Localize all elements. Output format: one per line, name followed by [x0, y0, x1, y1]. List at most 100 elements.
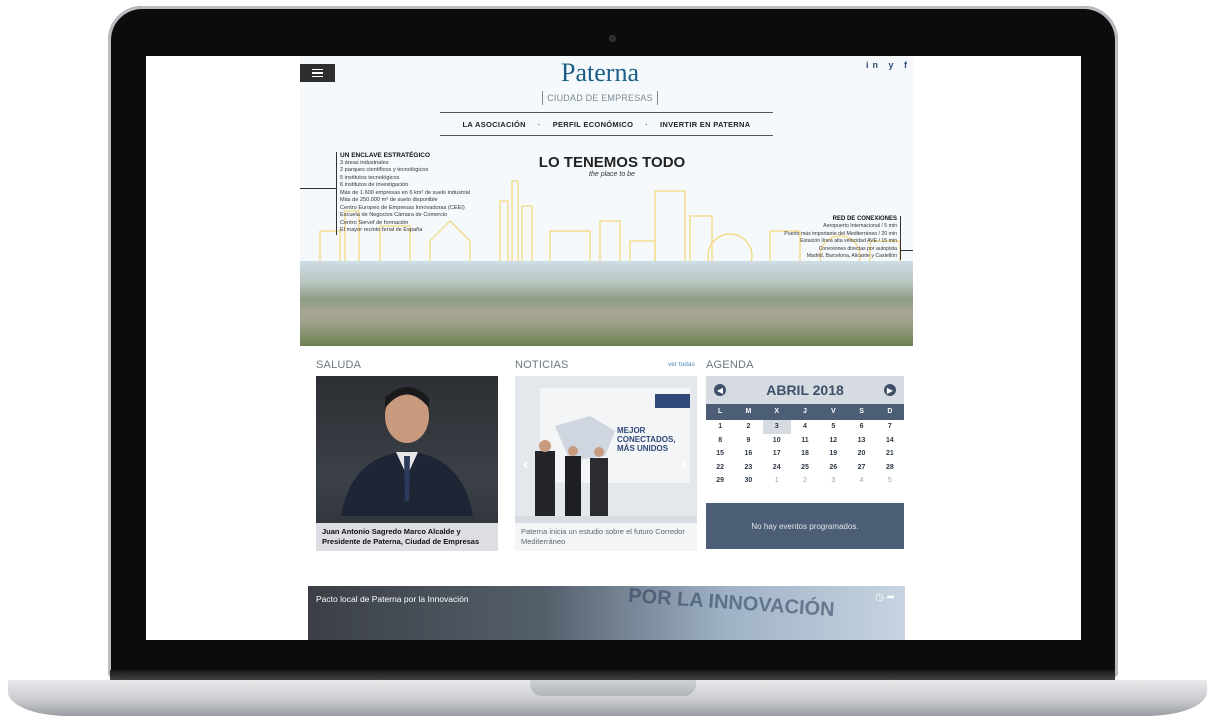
headline-main: LO TENEMOS TODO [538, 154, 686, 171]
enclave-item: 3 áreas industriales [340, 159, 389, 166]
laptop-notch [530, 680, 696, 696]
connection-item: Aeropuerto Internacional / 5 min [823, 223, 897, 230]
calendar-day[interactable]: 22 [706, 460, 735, 474]
enclave-item: Más de 1.600 empresas en 6 km² de suelo … [340, 189, 470, 196]
nav-item-perfil-economico[interactable]: PERFIL ECONÓMICO [553, 120, 634, 129]
saluda-card[interactable]: Juan Antonio Sagredo Marco Alcalde y Pre… [316, 376, 498, 551]
calendar-weekday: L [706, 404, 735, 420]
nav-item-invertir[interactable]: INVERTIR EN PATERNA [660, 120, 750, 129]
video-background-text: POR LA INNOVACIÓN [627, 584, 836, 622]
calendar-day[interactable]: 7 [875, 420, 904, 434]
agenda-calendar: ◀ ABRIL 2018 ▶ L M X J V S D 1 2 3 4 5 6 7 8 9 10 11 12 13 1… [706, 376, 904, 549]
camera-icon [609, 35, 616, 42]
noticias-card[interactable]: MEJOR CONECTADOS, MÁS UNIDOS ‹ › Paterna… [515, 376, 697, 551]
enclave-item: 2 parques científicos y tecnológicos [340, 167, 429, 173]
calendar-day[interactable]: 17 [762, 447, 791, 461]
calendar-day[interactable]: 14 [875, 433, 904, 447]
calendar-day[interactable]: 3 [762, 420, 791, 434]
video-share-icon[interactable]: ◷ ➦ [875, 592, 895, 603]
connection-item: Puerto más importante del Mediterráneo /… [784, 230, 897, 237]
connections-title: RED DE CONEXIONES [832, 216, 897, 222]
calendar-day[interactable]: 8 [706, 433, 735, 447]
connection-item: Estación línea alta velocidad AVE / 15 m… [800, 238, 897, 245]
calendar-day[interactable]: 6 [847, 420, 876, 434]
nav-item-asociacion[interactable]: LA ASOCIACIÓN [463, 120, 526, 129]
calendar-day[interactable]: 15 [706, 447, 735, 461]
logo-subtitle: CIUDAD DE EMPRESAS [542, 91, 658, 105]
enclave-item: Escuela de Negocios Cámara de Comercio [340, 212, 448, 218]
connection-item: Conexiones directas por autopista [818, 245, 897, 252]
calendar-weekday: S [847, 404, 876, 420]
calendar-header: ◀ ABRIL 2018 ▶ [706, 376, 904, 404]
calendar-day[interactable]: 24 [762, 460, 791, 474]
calendar-day[interactable]: 28 [875, 460, 904, 474]
calendar-prev-icon[interactable]: ◀ [714, 384, 726, 396]
calendar-day[interactable]: 13 [847, 433, 876, 447]
carousel-next-icon[interactable]: › [682, 456, 687, 474]
site-logo[interactable]: Paterna CIUDAD DE EMPRESAS [520, 58, 680, 106]
calendar-day[interactable]: 21 [875, 447, 904, 461]
social-links[interactable]: in y f [866, 60, 911, 70]
calendar-day[interactable]: 18 [790, 447, 820, 461]
calendar-next-icon[interactable]: ▶ [884, 384, 896, 396]
video-title[interactable]: Pacto local de Paterna por la Innovación [316, 594, 469, 604]
calendar-day[interactable]: 30 [734, 474, 763, 488]
aerial-photo [300, 261, 913, 346]
enclave-item: El mayor recinto ferial de España [340, 227, 423, 233]
logo-name: Paterna [561, 58, 639, 87]
hero-headline: LO TENEMOS TODO the place to be [522, 154, 702, 178]
calendar-day[interactable]: 16 [734, 447, 763, 461]
calendar-weekday: X [762, 404, 791, 420]
calendar-day[interactable]: 20 [847, 447, 876, 461]
calendar-empty-message: No hay eventos programados. [706, 503, 904, 549]
calendar-day[interactable]: 1 [762, 474, 791, 488]
nav-separator: · [537, 119, 541, 129]
video-player[interactable]: POR LA INNOVACIÓN Pacto local de Paterna… [308, 584, 905, 640]
enclave-item: 5 institutos tecnológicos [340, 174, 400, 181]
nav-separator: · [645, 119, 649, 129]
calendar-month: ABRIL 2018 [766, 382, 844, 398]
calendar-weekday: V [819, 404, 848, 420]
saluda-caption: Juan Antonio Sagredo Marco Alcalde y Pre… [316, 523, 498, 551]
calendar-day[interactable]: 11 [790, 433, 820, 447]
carousel-prev-icon[interactable]: ‹ [523, 456, 528, 474]
divider [300, 188, 336, 189]
headline-sub: the place to be [589, 171, 635, 178]
website: in y f Paterna CIUDAD DE EMPRESAS LA ASO… [300, 56, 913, 640]
enclave-title: UN ENCLAVE ESTRATÉGICO [340, 152, 431, 159]
calendar-day[interactable]: 5 [875, 474, 904, 488]
calendar-day[interactable]: 3 [819, 474, 848, 488]
hamburger-menu-button[interactable] [300, 64, 335, 82]
calendar-day[interactable]: 12 [819, 433, 848, 447]
calendar-day[interactable]: 4 [847, 474, 876, 488]
calendar-day[interactable]: 5 [819, 420, 848, 434]
enclave-item: Más de 250.000 m² de suelo disponible [340, 197, 438, 203]
ver-todas-link[interactable]: ver todas [668, 361, 695, 368]
calendar-day[interactable]: 27 [847, 460, 876, 474]
calendar-weekday: J [790, 404, 820, 420]
browser-viewport: in y f Paterna CIUDAD DE EMPRESAS LA ASO… [146, 56, 1081, 640]
hero-header: in y f Paterna CIUDAD DE EMPRESAS LA ASO… [300, 56, 913, 346]
calendar-day[interactable]: 29 [706, 474, 735, 488]
connections-list: RED DE CONEXIONES Aeropuerto Internacion… [721, 216, 901, 261]
calendar-day[interactable]: 26 [819, 460, 848, 474]
calendar-day[interactable]: 2 [790, 474, 820, 488]
enclave-item: Centro Europeo de Empresas Innovadoras (… [340, 204, 465, 211]
calendar-day[interactable]: 4 [790, 420, 820, 434]
calendar-day[interactable]: 1 [706, 420, 735, 434]
news-banner-text: MEJOR CONECTADOS, MÁS UNIDOS [617, 426, 676, 453]
main-nav: LA ASOCIACIÓN · PERFIL ECONÓMICO · INVER… [440, 112, 773, 136]
saluda-title: SALUDA [316, 359, 362, 371]
noticias-title: NOTICIAS [515, 359, 569, 371]
calendar-grid: L M X J V S D 1 2 3 4 5 6 7 8 9 10 11 12 13 14 15 16 17 18 19 20 21… [706, 404, 904, 488]
noticias-caption: Paterna inicia un estudio sobre el futur… [515, 523, 697, 551]
calendar-day[interactable]: 10 [762, 433, 791, 447]
calendar-day[interactable]: 2 [734, 420, 763, 434]
agenda-title: AGENDA [706, 359, 754, 371]
calendar-day[interactable]: 9 [734, 433, 763, 447]
calendar-day[interactable]: 23 [734, 460, 763, 474]
calendar-day[interactable]: 25 [790, 460, 820, 474]
enclave-item: Centro Servef de formación [340, 219, 409, 226]
enclave-item: 6 institutos de investigación [340, 182, 409, 188]
calendar-day[interactable]: 19 [819, 447, 848, 461]
